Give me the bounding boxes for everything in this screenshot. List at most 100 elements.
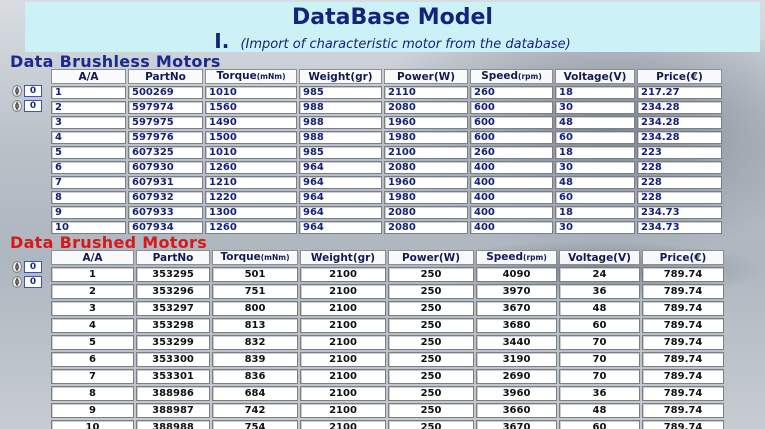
spinner-value[interactable]: 0 <box>24 99 42 112</box>
table-cell[interactable]: 234.73 <box>637 206 722 219</box>
table-cell[interactable]: 7 <box>51 369 134 384</box>
table-cell[interactable]: 2100 <box>300 267 386 282</box>
table-cell[interactable]: 1300 <box>205 206 297 219</box>
spinner-arrows-icon[interactable]: ▲ ▼ <box>12 84 22 97</box>
brushed-spinner-1[interactable]: ▲ ▼ 0 <box>12 260 46 273</box>
spinner-arrows-icon[interactable]: ▲ ▼ <box>12 99 22 112</box>
table-cell[interactable]: 789.74 <box>642 352 724 367</box>
table-cell[interactable]: 964 <box>299 161 382 174</box>
table-cell[interactable]: 4 <box>51 131 126 144</box>
table-cell[interactable]: 1560 <box>205 101 297 114</box>
table-cell[interactable]: 30 <box>555 101 635 114</box>
table-cell[interactable]: 250 <box>388 301 474 316</box>
table-cell[interactable]: 3680 <box>476 318 557 333</box>
brushed-spinner-2[interactable]: ▲ ▼ 0 <box>12 275 46 288</box>
table-cell[interactable]: 250 <box>388 386 474 401</box>
table-cell[interactable]: 2100 <box>384 146 468 159</box>
table-cell[interactable]: 964 <box>299 206 382 219</box>
table-cell[interactable]: 607931 <box>128 176 203 189</box>
table-cell[interactable]: 607930 <box>128 161 203 174</box>
table-cell[interactable]: 18 <box>555 86 635 99</box>
table-cell[interactable]: 789.74 <box>642 335 724 350</box>
table-cell[interactable]: 2110 <box>384 86 468 99</box>
table-cell[interactable]: 4 <box>51 318 134 333</box>
table-cell[interactable]: 2100 <box>300 284 386 299</box>
table-cell[interactable]: 3970 <box>476 284 557 299</box>
table-cell[interactable]: 250 <box>388 403 474 418</box>
table-cell[interactable]: 234.28 <box>637 116 722 129</box>
table-cell[interactable]: 10 <box>51 420 134 429</box>
table-cell[interactable]: 24 <box>559 267 640 282</box>
table-cell[interactable]: 607933 <box>128 206 203 219</box>
table-cell[interactable]: 3670 <box>476 301 557 316</box>
table-cell[interactable]: 18 <box>555 206 635 219</box>
table-cell[interactable]: 7 <box>51 176 126 189</box>
table-cell[interactable]: 60 <box>559 420 640 429</box>
table-cell[interactable]: 250 <box>388 335 474 350</box>
table-cell[interactable]: 985 <box>299 86 382 99</box>
table-cell[interactable]: 684 <box>212 386 298 401</box>
table-cell[interactable]: 1980 <box>384 131 468 144</box>
table-cell[interactable]: 789.74 <box>642 318 724 333</box>
table-cell[interactable]: 789.74 <box>642 369 724 384</box>
table-cell[interactable]: 250 <box>388 420 474 429</box>
spinner-value[interactable]: 0 <box>24 260 42 273</box>
table-cell[interactable]: 988 <box>299 101 382 114</box>
table-cell[interactable]: 1500 <box>205 131 297 144</box>
table-cell[interactable]: 48 <box>555 116 635 129</box>
table-cell[interactable]: 353296 <box>136 284 210 299</box>
table-cell[interactable]: 30 <box>555 161 635 174</box>
table-cell[interactable]: 2100 <box>300 369 386 384</box>
table-cell[interactable]: 2 <box>51 284 134 299</box>
table-cell[interactable]: 754 <box>212 420 298 429</box>
table-cell[interactable]: 3660 <box>476 403 557 418</box>
table-cell[interactable]: 789.74 <box>642 301 724 316</box>
table-cell[interactable]: 600 <box>470 131 553 144</box>
table-cell[interactable]: 388988 <box>136 420 210 429</box>
table-cell[interactable]: 964 <box>299 176 382 189</box>
table-cell[interactable]: 400 <box>470 161 553 174</box>
table-cell[interactable]: 597974 <box>128 101 203 114</box>
table-cell[interactable]: 2100 <box>300 420 386 429</box>
table-cell[interactable]: 3 <box>51 116 126 129</box>
table-cell[interactable]: 48 <box>559 301 640 316</box>
table-cell[interactable]: 234.73 <box>637 221 722 234</box>
table-cell[interactable]: 70 <box>559 352 640 367</box>
table-cell[interactable]: 1010 <box>205 146 297 159</box>
table-cell[interactable]: 2 <box>51 101 126 114</box>
table-cell[interactable]: 36 <box>559 386 640 401</box>
table-cell[interactable]: 789.74 <box>642 386 724 401</box>
table-cell[interactable]: 2100 <box>300 386 386 401</box>
table-cell[interactable]: 228 <box>637 161 722 174</box>
table-cell[interactable]: 607325 <box>128 146 203 159</box>
table-cell[interactable]: 353300 <box>136 352 210 367</box>
table-cell[interactable]: 1490 <box>205 116 297 129</box>
table-cell[interactable]: 250 <box>388 284 474 299</box>
table-cell[interactable]: 985 <box>299 146 382 159</box>
table-cell[interactable]: 988 <box>299 116 382 129</box>
table-cell[interactable]: 2080 <box>384 101 468 114</box>
table-cell[interactable]: 1210 <box>205 176 297 189</box>
table-cell[interactable]: 4090 <box>476 267 557 282</box>
table-cell[interactable]: 789.74 <box>642 284 724 299</box>
table-cell[interactable]: 400 <box>470 191 553 204</box>
table-cell[interactable]: 353301 <box>136 369 210 384</box>
table-cell[interactable]: 2100 <box>300 335 386 350</box>
table-cell[interactable]: 3960 <box>476 386 557 401</box>
table-cell[interactable]: 1 <box>51 86 126 99</box>
table-cell[interactable]: 60 <box>555 131 635 144</box>
table-cell[interactable]: 353298 <box>136 318 210 333</box>
table-cell[interactable]: 260 <box>470 86 553 99</box>
table-cell[interactable]: 1260 <box>205 221 297 234</box>
table-cell[interactable]: 2100 <box>300 352 386 367</box>
table-cell[interactable]: 30 <box>555 221 635 234</box>
table-cell[interactable]: 2100 <box>300 403 386 418</box>
table-cell[interactable]: 9 <box>51 206 126 219</box>
table-cell[interactable]: 3440 <box>476 335 557 350</box>
table-cell[interactable]: 2080 <box>384 161 468 174</box>
table-cell[interactable]: 2100 <box>300 301 386 316</box>
table-cell[interactable]: 813 <box>212 318 298 333</box>
table-cell[interactable]: 789.74 <box>642 403 724 418</box>
spinner-arrows-icon[interactable]: ▲ ▼ <box>12 260 22 273</box>
table-cell[interactable]: 228 <box>637 191 722 204</box>
